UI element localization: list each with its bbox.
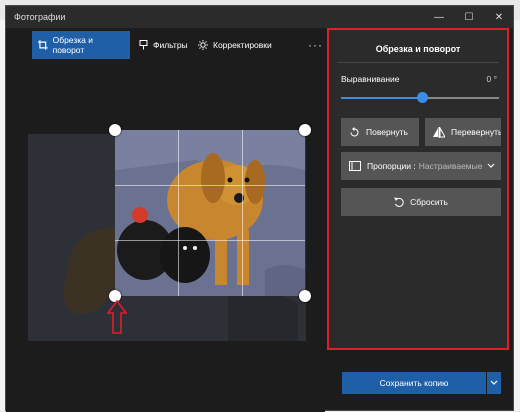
brightness-icon	[198, 40, 208, 50]
save-copy-label: Сохранить копию	[379, 378, 449, 388]
panel-title: Обрезка и поворот	[375, 44, 461, 54]
photo-canvas	[6, 62, 325, 412]
save-copy-button[interactable]: Сохранить копию	[342, 372, 486, 394]
tab-crop-rotate[interactable]: Обрезка и поворот	[32, 31, 130, 59]
close-button[interactable]: ✕	[484, 6, 514, 28]
rotate-label: Повернуть	[366, 127, 408, 137]
aspect-ratio-label: Пропорции :	[367, 161, 416, 171]
window-title: Фотографии	[14, 12, 66, 22]
reset-button[interactable]: Сбросить	[341, 188, 501, 216]
crop-handle-bottom-right[interactable]	[299, 290, 311, 302]
minimize-icon: —	[434, 11, 444, 23]
crop-area-photo[interactable]	[115, 130, 305, 296]
maximize-icon: ☐	[464, 11, 474, 23]
background-window-edge-right	[514, 20, 520, 411]
aspect-ratio-icon	[349, 161, 361, 171]
save-options-dropdown[interactable]	[487, 372, 501, 394]
panel-divider	[337, 62, 499, 63]
crop-handle-top-right[interactable]	[299, 124, 311, 136]
flip-button[interactable]: Перевернуть	[425, 118, 501, 146]
reset-icon	[394, 197, 404, 207]
flip-label: Перевернуть	[451, 127, 501, 137]
straighten-label: Выравнивание	[341, 74, 400, 84]
chevron-down-icon	[487, 163, 494, 168]
more-options-button[interactable]: ···	[308, 38, 323, 52]
crop-handle-top-left[interactable]	[109, 124, 121, 136]
filter-icon	[139, 40, 148, 50]
straighten-slider-fill	[341, 97, 421, 99]
tab-crop-rotate-label: Обрезка и поворот	[52, 35, 93, 55]
photos-app-window: Фотографии — ☐ ✕ Обрезка и поворот Фильт…	[5, 5, 514, 412]
rotate-icon	[350, 126, 359, 136]
straighten-slider-thumb[interactable]	[417, 92, 428, 103]
crop-grid-line-h2	[115, 240, 305, 241]
edit-toolbar: Обрезка и поворот Фильтры Корректировки …	[6, 28, 325, 62]
chevron-down-icon	[490, 380, 498, 385]
aspect-ratio-value: Настраиваемые	[418, 161, 483, 171]
straighten-value: 0 °	[486, 74, 498, 84]
crop-grid-line-v1	[178, 130, 179, 296]
crop-icon	[38, 40, 48, 50]
title-bar: Фотографии — ☐ ✕	[6, 6, 513, 28]
dog-photo-image	[115, 130, 305, 296]
close-icon: ✕	[494, 11, 504, 23]
tab-adjustments-label: Корректировки	[213, 40, 272, 50]
maximize-button[interactable]: ☐	[454, 6, 484, 28]
tab-adjustments[interactable]: Корректировки	[192, 31, 278, 59]
tab-filters-label: Фильтры	[153, 40, 188, 50]
crop-grid-line-v2	[242, 130, 243, 296]
minimize-button[interactable]: —	[424, 6, 454, 28]
crop-rotate-panel: Обрезка и поворот Выравнивание 0 ° Повер…	[327, 28, 509, 350]
tab-filters[interactable]: Фильтры	[133, 31, 194, 59]
crop-grid-line-h1	[115, 185, 305, 186]
aspect-ratio-dropdown[interactable]: Пропорции : Настраиваемые	[341, 152, 501, 180]
reset-label: Сбросить	[410, 197, 448, 207]
red-arrow-annotation-icon	[107, 300, 127, 334]
flip-icon	[433, 126, 445, 138]
rotate-button[interactable]: Повернуть	[341, 118, 419, 146]
